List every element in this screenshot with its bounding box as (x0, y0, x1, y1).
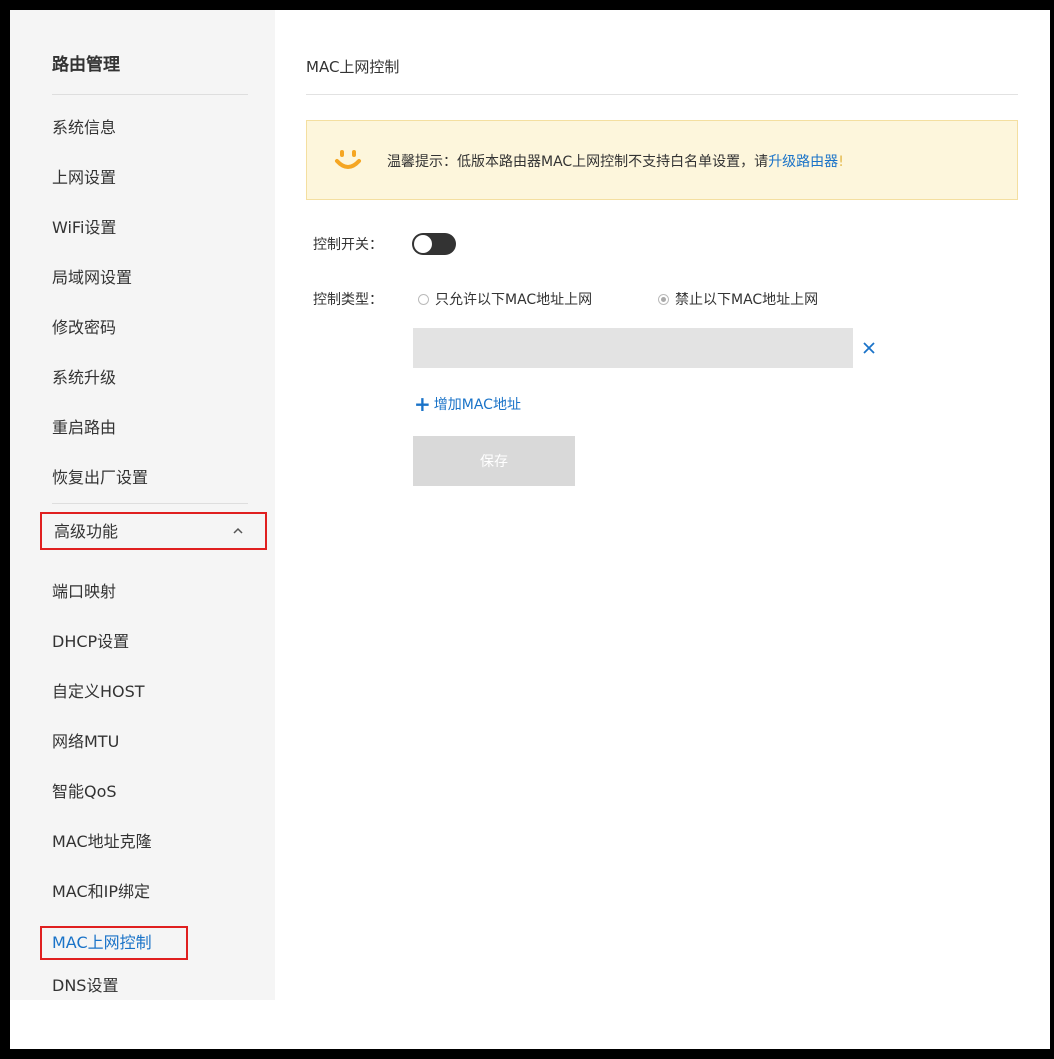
sidebar-item-smart-qos[interactable]: 智能QoS (52, 780, 117, 804)
tip-banner: 温馨提示：低版本路由器MAC上网控制不支持白名单设置，请升级路由器! (306, 120, 1018, 200)
sidebar-item-internet-settings[interactable]: 上网设置 (52, 166, 116, 190)
chevron-up-icon (233, 527, 243, 534)
sidebar-divider (52, 503, 248, 504)
tip-text: 温馨提示：低版本路由器MAC上网控制不支持白名单设置，请升级路由器! (387, 151, 844, 171)
sidebar-item-factory-reset[interactable]: 恢复出厂设置 (52, 466, 148, 490)
tip-mark: ! (838, 154, 844, 170)
sidebar: 路由管理 系统信息 上网设置 WiFi设置 局域网设置 修改密码 系统升级 重启… (10, 10, 275, 1000)
control-switch-label: 控制开关： (313, 237, 383, 253)
radio-label: 只允许以下MAC地址上网 (435, 292, 593, 308)
radio-allow-only[interactable]: 只允许以下MAC地址上网 (418, 289, 592, 309)
sidebar-item-system-upgrade[interactable]: 系统升级 (52, 366, 116, 390)
sidebar-item-network-mtu[interactable]: 网络MTU (52, 730, 119, 754)
sidebar-item-mac-ip-binding[interactable]: MAC和IP绑定 (52, 880, 150, 904)
add-mac-button[interactable]: + 增加MAC地址 (414, 394, 521, 414)
radio-label: 禁止以下MAC地址上网 (675, 292, 819, 308)
control-switch[interactable] (412, 233, 456, 255)
sidebar-advanced-label: 高级功能 (54, 522, 119, 541)
sidebar-divider (52, 94, 248, 95)
sidebar-item-port-mapping[interactable]: 端口映射 (52, 580, 116, 604)
sidebar-title: 路由管理 (52, 55, 120, 75)
save-button[interactable]: 保存 (413, 436, 575, 486)
sidebar-item-dhcp-settings[interactable]: DHCP设置 (52, 630, 129, 654)
plus-icon: + (414, 392, 431, 416)
title-divider (306, 94, 1018, 95)
close-icon[interactable] (862, 341, 876, 355)
sidebar-item-label: MAC上网控制 (52, 933, 152, 952)
sidebar-item-mac-clone[interactable]: MAC地址克隆 (52, 830, 152, 854)
sidebar-item-system-info[interactable]: 系统信息 (52, 116, 116, 140)
sidebar-item-lan-settings[interactable]: 局域网设置 (52, 266, 132, 290)
upgrade-router-link[interactable]: 升级路由器 (768, 154, 838, 170)
smile-icon (335, 150, 361, 169)
tip-message: 温馨提示：低版本路由器MAC上网控制不支持白名单设置，请 (387, 154, 769, 170)
control-type-label: 控制类型： (313, 292, 383, 308)
add-mac-label: 增加MAC地址 (433, 397, 521, 413)
radio-dot (658, 293, 669, 305)
router-admin-window: 路由管理 系统信息 上网设置 WiFi设置 局域网设置 修改密码 系统升级 重启… (10, 10, 1050, 1049)
sidebar-item-wifi-settings[interactable]: WiFi设置 (52, 216, 116, 240)
switch-knob (414, 235, 432, 253)
sidebar-item-reboot-router[interactable]: 重启路由 (52, 416, 116, 440)
sidebar-item-mac-access-control[interactable]: MAC上网控制 (40, 926, 188, 960)
radio-deny-listed[interactable]: 禁止以下MAC地址上网 (658, 289, 818, 309)
sidebar-item-dns-settings[interactable]: DNS设置 (52, 974, 118, 998)
mac-address-input[interactable] (413, 328, 853, 368)
sidebar-item-change-password[interactable]: 修改密码 (52, 316, 116, 340)
page-title: MAC上网控制 (306, 58, 400, 76)
sidebar-advanced-toggle[interactable]: 高级功能 (40, 512, 267, 550)
sidebar-item-custom-host[interactable]: 自定义HOST (52, 680, 145, 704)
radio-dot (418, 293, 429, 305)
